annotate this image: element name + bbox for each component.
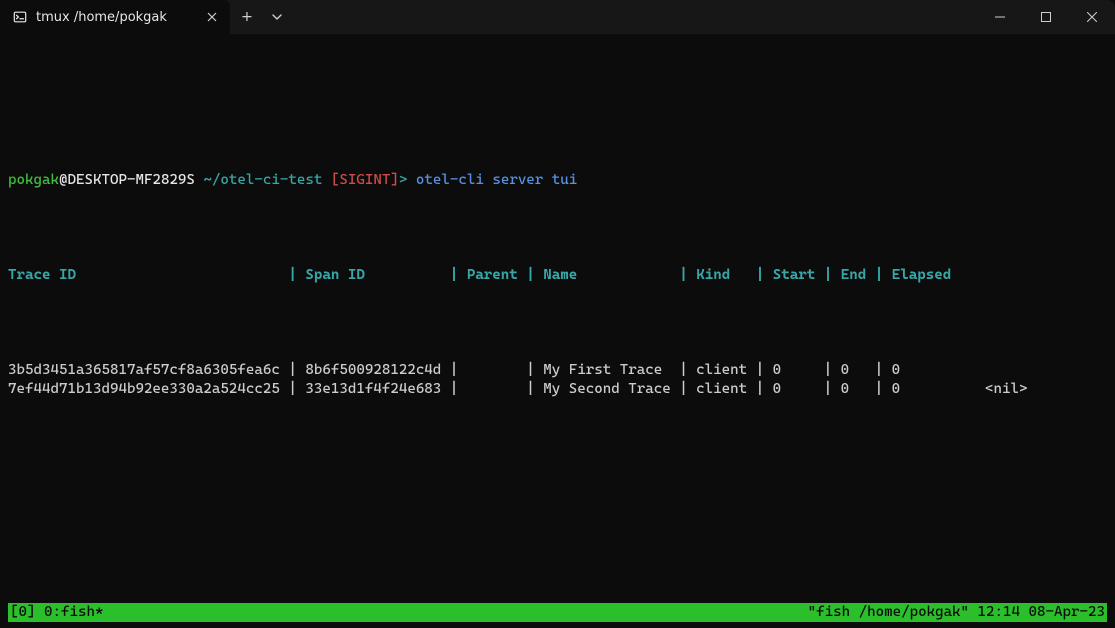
statusbar-right: "fish /home/pokgak" 12:14 08-Apr-23 xyxy=(808,603,1105,622)
th-span-id: Span ID xyxy=(305,267,441,283)
header-sep: | xyxy=(747,267,773,283)
header-sep: | xyxy=(518,267,544,283)
titlebar-drag-area[interactable] xyxy=(290,0,977,34)
top-pane[interactable]: pokgak@DESKTOP-MF2829S ~/otel-ci-test [S… xyxy=(8,114,1107,628)
prompt-sigint: [SIGINT] xyxy=(331,172,399,188)
trace-table-body: 3b5d3451a365817af57cf8a6305fea6c | 8b6f5… xyxy=(8,361,1107,399)
table-row: 7ef44d71b13d94b92ee330a2a524cc25 | 33e13… xyxy=(8,380,1107,399)
header-sep: | xyxy=(280,267,306,283)
th-parent: Parent xyxy=(467,267,518,283)
minimize-button[interactable] xyxy=(977,0,1023,34)
table-row: 3b5d3451a365817af57cf8a6305fea6c | 8b6f5… xyxy=(8,361,1107,380)
new-tab-button[interactable]: + xyxy=(230,0,264,34)
active-tab[interactable]: tmux /home/pokgak xyxy=(0,0,230,34)
close-window-button[interactable] xyxy=(1069,0,1115,34)
header-sep: | xyxy=(815,267,841,283)
terminal-icon xyxy=(12,9,28,25)
header-sep: | xyxy=(441,267,467,283)
trace-table-header: Trace ID | Span ID | Parent | Name | Kin… xyxy=(8,266,1107,285)
maximize-icon xyxy=(1041,12,1051,22)
plus-icon: + xyxy=(241,8,253,27)
tab-dropdown-button[interactable] xyxy=(264,0,290,34)
top-pane-prompt: pokgak@DESKTOP-MF2829S ~/otel-ci-test [S… xyxy=(8,171,1107,190)
th-start: Start xyxy=(773,267,815,283)
maximize-button[interactable] xyxy=(1023,0,1069,34)
th-trace-id: Trace ID xyxy=(8,267,280,283)
top-pane-command: otel-cli server tui xyxy=(416,172,577,188)
prompt-host: DESKTOP-MF2829S xyxy=(67,172,194,188)
prompt-user: pokgak xyxy=(8,172,59,188)
window-controls xyxy=(977,0,1115,34)
header-sep: | xyxy=(671,267,697,283)
th-end: End xyxy=(841,267,867,283)
chevron-down-icon xyxy=(272,12,282,22)
header-sep: | xyxy=(866,267,892,283)
th-name: Name xyxy=(543,267,670,283)
th-kind: Kind xyxy=(696,267,747,283)
statusbar-left: [0] 0:fish* xyxy=(10,603,103,622)
minimize-icon xyxy=(995,12,1005,22)
terminal-area[interactable]: pokgak@DESKTOP-MF2829S ~/otel-ci-test [S… xyxy=(0,34,1115,628)
close-icon xyxy=(1087,12,1097,22)
tmux-status-bar: [0] 0:fish* "fish /home/pokgak" 12:14 08… xyxy=(8,603,1107,622)
close-tab-button[interactable] xyxy=(204,9,220,25)
th-elapsed: Elapsed xyxy=(892,267,951,283)
titlebar: tmux /home/pokgak + xyxy=(0,0,1115,34)
prompt-cwd: ~/otel-ci-test xyxy=(203,172,322,188)
tab-title: tmux /home/pokgak xyxy=(36,8,196,27)
